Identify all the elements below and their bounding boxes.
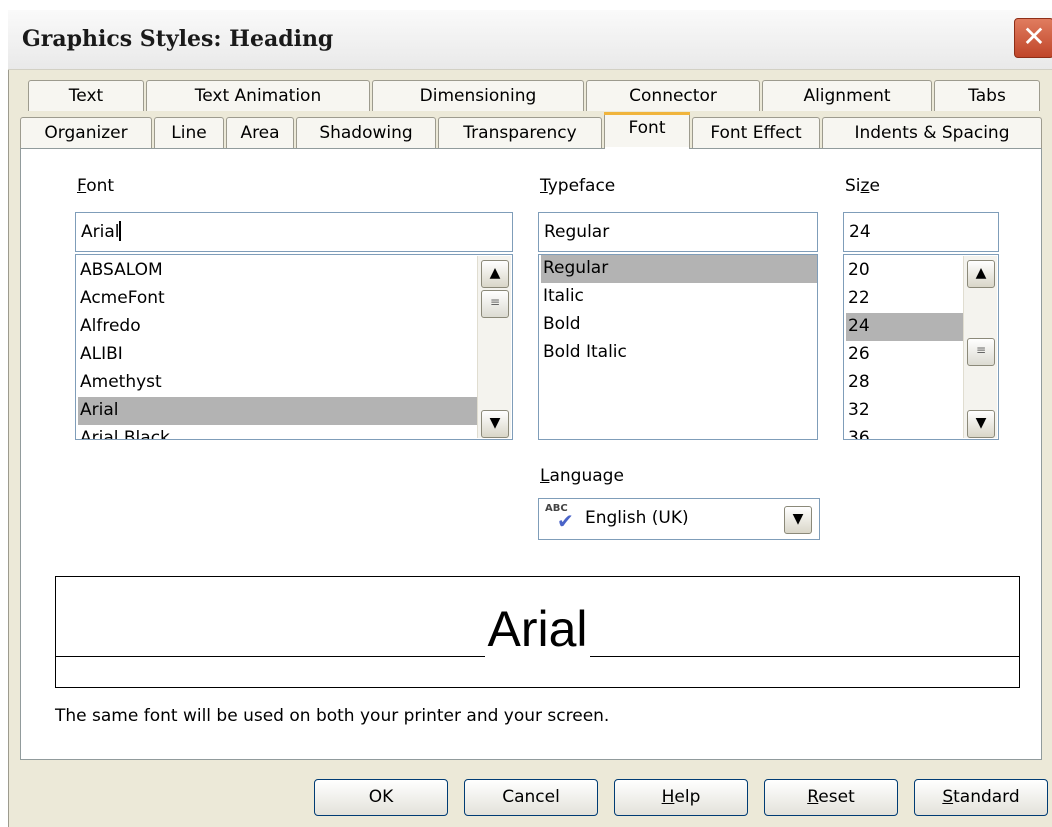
list-item[interactable]: 22 — [846, 285, 964, 313]
size-list-scrollbar[interactable]: ▲ ≡ ▼ — [963, 256, 997, 438]
typeface-label: Typeface — [540, 176, 616, 196]
font-list[interactable]: ABSALOM AcmeFont Alfredo ALIBI Amethyst … — [75, 254, 513, 440]
preview-note: The same font will be used on both your … — [55, 706, 610, 726]
list-item[interactable]: 36 — [846, 425, 964, 439]
tab-alignment[interactable]: Alignment — [762, 80, 932, 111]
list-item[interactable]: Italic — [541, 283, 817, 311]
font-name-input[interactable]: Arial — [75, 212, 513, 252]
chevron-down-icon[interactable]: ▼ — [784, 506, 812, 534]
scroll-down-icon[interactable]: ▼ — [481, 410, 509, 438]
list-item[interactable]: ALIBI — [78, 341, 477, 369]
font-label: Font — [77, 176, 115, 196]
list-item[interactable]: 32 — [846, 397, 964, 425]
active-tab-accent — [604, 112, 690, 115]
size-input[interactable]: 24 — [843, 212, 999, 252]
reset-button[interactable]: Reset — [764, 779, 898, 816]
tab-font-effect[interactable]: Font Effect — [692, 117, 820, 148]
language-value: English (UK) — [585, 508, 689, 528]
size-list[interactable]: 20 22 24 26 28 32 36 ▲ ≡ ▼ — [843, 254, 999, 440]
list-item[interactable]: 20 — [846, 257, 964, 285]
tab-dimensioning[interactable]: Dimensioning — [372, 80, 584, 111]
preview-text-wrap: Arial — [56, 601, 1019, 657]
scroll-down-icon[interactable]: ▼ — [967, 410, 995, 438]
tab-indents-spacing[interactable]: Indents & Spacing — [822, 117, 1042, 148]
close-icon: ✕ — [1022, 20, 1046, 53]
typeface-input[interactable]: Regular — [538, 212, 818, 252]
language-dropdown[interactable]: ABC ✔ English (UK) ▼ — [538, 498, 820, 540]
tab-shadowing[interactable]: Shadowing — [296, 117, 436, 148]
typeface-list[interactable]: Regular Italic Bold Bold Italic — [538, 254, 818, 440]
scroll-thumb[interactable]: ≡ — [481, 290, 509, 318]
tab-line[interactable]: Line — [154, 117, 224, 148]
spellcheck-icon: ABC ✔ — [545, 503, 574, 533]
list-item-selected[interactable]: Arial — [78, 397, 477, 425]
list-item[interactable]: ABSALOM — [78, 257, 477, 285]
preview-text: Arial — [485, 601, 590, 657]
list-item[interactable]: Bold — [541, 311, 817, 339]
cancel-button[interactable]: Cancel — [464, 779, 598, 816]
font-list-scrollbar[interactable]: ▲ ≡ ▼ — [477, 256, 511, 438]
list-item-selected[interactable]: Regular — [541, 255, 817, 283]
tab-area[interactable]: Area — [226, 117, 294, 148]
active-tab-join — [605, 147, 689, 150]
tab-tabs[interactable]: Tabs — [934, 80, 1040, 111]
list-item[interactable]: Arial Black — [78, 425, 477, 439]
help-button[interactable]: Help — [614, 779, 748, 816]
font-preview: Arial — [55, 576, 1020, 688]
close-button[interactable]: ✕ — [1014, 18, 1052, 58]
scroll-up-icon[interactable]: ▲ — [967, 260, 995, 288]
tab-connector[interactable]: Connector — [586, 80, 760, 111]
list-item[interactable]: Bold Italic — [541, 339, 817, 367]
list-item[interactable]: 28 — [846, 369, 964, 397]
size-label: Size — [845, 176, 880, 196]
list-item-selected[interactable]: 24 — [846, 313, 964, 341]
ok-button[interactable]: OK — [314, 779, 448, 816]
tab-organizer[interactable]: Organizer — [20, 117, 152, 148]
language-label: Language — [540, 466, 624, 486]
list-item[interactable]: 26 — [846, 341, 964, 369]
tab-transparency[interactable]: Transparency — [438, 117, 602, 148]
list-item[interactable]: AcmeFont — [78, 285, 477, 313]
dialog-title: Graphics Styles: Heading — [22, 26, 334, 52]
list-item[interactable]: Alfredo — [78, 313, 477, 341]
scroll-thumb[interactable]: ≡ — [967, 338, 995, 366]
list-item[interactable]: Amethyst — [78, 369, 477, 397]
scroll-up-icon[interactable]: ▲ — [481, 260, 509, 288]
tab-text-animation[interactable]: Text Animation — [146, 80, 370, 111]
tab-text[interactable]: Text — [28, 80, 144, 111]
tab-font[interactable]: Font — [604, 112, 690, 149]
standard-button[interactable]: Standard — [914, 779, 1048, 816]
